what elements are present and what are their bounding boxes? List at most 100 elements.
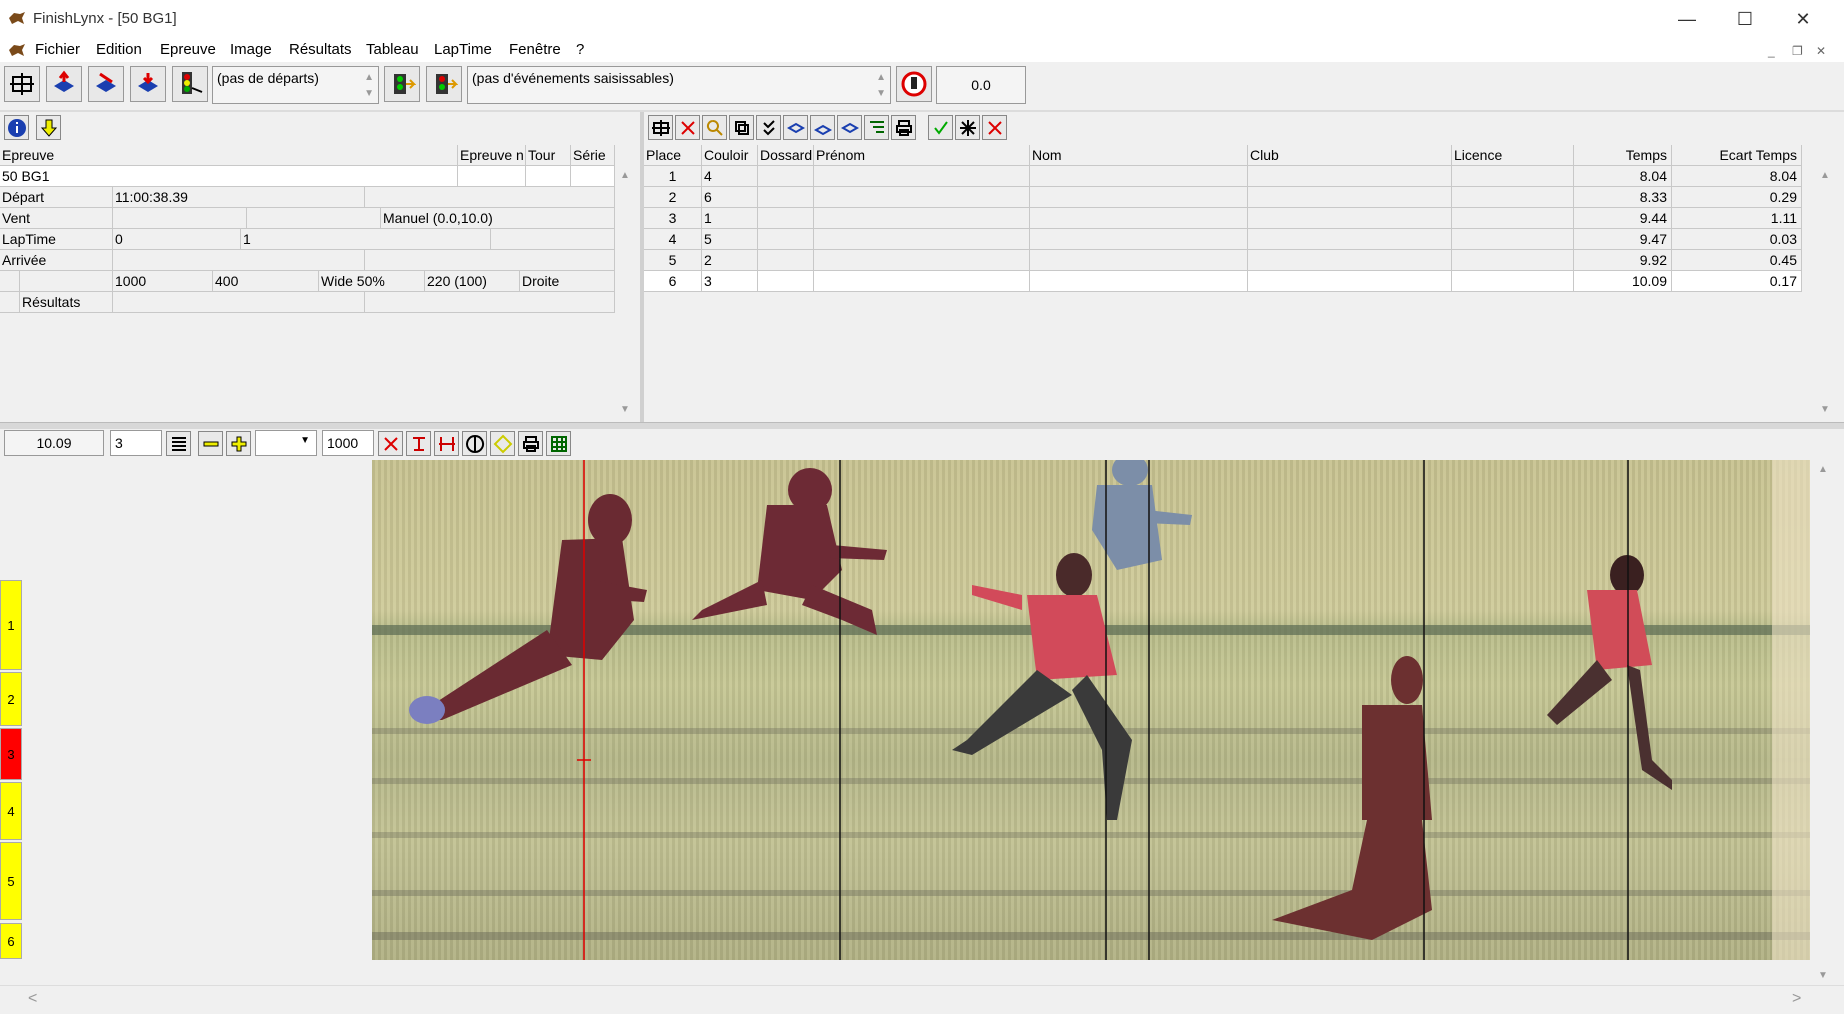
lane-label-2[interactable]: 2 <box>0 672 22 726</box>
save-event-button[interactable] <box>130 66 166 102</box>
delete-results-button[interactable] <box>982 115 1007 140</box>
result-gap-cell[interactable]: 0.03 <box>1672 229 1802 250</box>
menu-tableau[interactable]: Tableau <box>366 41 419 58</box>
manual-start-button[interactable] <box>426 66 462 102</box>
app-menu-icon[interactable] <box>8 42 26 58</box>
lane-label-6[interactable]: 6 <box>0 923 22 959</box>
wind-button[interactable] <box>896 66 932 102</box>
results-header-time[interactable]: Temps <box>1574 145 1672 166</box>
spin-down-icon[interactable]: ▼ <box>364 89 374 99</box>
result-gap-cell[interactable]: 0.45 <box>1672 250 1802 271</box>
photo-finish-image[interactable] <box>372 460 1810 960</box>
result-lastname-cell[interactable] <box>1030 166 1248 187</box>
result-club-cell[interactable] <box>1248 271 1452 292</box>
result-firstname-cell[interactable] <box>814 208 1030 229</box>
check-results-button[interactable] <box>756 115 781 140</box>
event-round-cell[interactable] <box>526 166 571 187</box>
zoom-value-field[interactable]: 1000 <box>322 430 374 456</box>
copy-results-button[interactable] <box>729 115 754 140</box>
export-results-button[interactable] <box>810 115 835 140</box>
menu-help[interactable]: ? <box>576 41 584 58</box>
result-license-cell[interactable] <box>1452 166 1574 187</box>
grid-view-button[interactable] <box>546 431 571 456</box>
result-time-cell[interactable]: 8.33 <box>1574 187 1672 208</box>
results-header-license[interactable]: Licence <box>1452 145 1574 166</box>
send-results-button[interactable] <box>837 115 862 140</box>
menu-fichier[interactable]: Fichier <box>35 41 80 58</box>
event-number-cell[interactable] <box>458 166 526 187</box>
lane-label-5[interactable]: 5 <box>0 842 22 920</box>
results-header-lastname[interactable]: Nom <box>1030 145 1248 166</box>
results-header-place[interactable]: Place <box>644 145 702 166</box>
sort-results-button[interactable] <box>864 115 889 140</box>
camera-setting-1[interactable]: 1000 <box>113 271 213 292</box>
result-lane-cell[interactable]: 3 <box>702 271 758 292</box>
armed-start-button[interactable] <box>384 66 420 102</box>
result-lastname-cell[interactable] <box>1030 271 1248 292</box>
time-field[interactable]: 10.09 <box>4 430 104 456</box>
clear-results-button[interactable] <box>675 115 700 140</box>
result-bib-cell[interactable] <box>758 166 814 187</box>
results-header-gap[interactable]: Ecart Temps <box>1672 145 1802 166</box>
scroll-down-icon[interactable]: ▼ <box>1818 970 1828 981</box>
events-combo[interactable]: (pas d'événements saisissables) ▲ ▼ <box>467 66 891 104</box>
scroll-up-icon[interactable]: ▲ <box>1820 170 1830 181</box>
result-license-cell[interactable] <box>1452 271 1574 292</box>
spread-results-button[interactable] <box>955 115 980 140</box>
info-button[interactable] <box>4 115 29 140</box>
scroll-down-icon[interactable]: ▼ <box>620 404 630 415</box>
result-place-cell[interactable]: 4 <box>644 229 702 250</box>
camera-setting-3[interactable]: Wide 50% <box>319 271 425 292</box>
result-lane-cell[interactable]: 1 <box>702 208 758 229</box>
brightness-button[interactable] <box>490 431 515 456</box>
result-time-cell[interactable]: 9.44 <box>1574 208 1672 229</box>
result-firstname-cell[interactable] <box>814 250 1030 271</box>
lane-label-1[interactable]: 1 <box>0 580 22 670</box>
result-gap-cell[interactable]: 8.04 <box>1672 166 1802 187</box>
camera-setting-4[interactable]: 220 (100) <box>425 271 520 292</box>
edit-event-button[interactable] <box>88 66 124 102</box>
wind-value-field[interactable]: 0.0 <box>936 66 1026 104</box>
zoom-in-button[interactable] <box>226 431 251 456</box>
result-lane-cell[interactable]: 4 <box>702 166 758 187</box>
result-license-cell[interactable] <box>1452 229 1574 250</box>
menu-epreuve[interactable]: Epreuve <box>160 41 216 58</box>
capture-button[interactable] <box>4 66 40 102</box>
result-time-cell[interactable]: 8.04 <box>1574 166 1672 187</box>
lane-label-4[interactable]: 4 <box>0 782 22 840</box>
event-heat-cell[interactable] <box>571 166 615 187</box>
camera-setting-5[interactable]: Droite <box>520 271 615 292</box>
mdi-restore-icon[interactable]: ❐ <box>1792 44 1803 58</box>
laptime-cell-1[interactable]: 0 <box>113 229 241 250</box>
result-lastname-cell[interactable] <box>1030 229 1248 250</box>
wind-mode-cell[interactable]: Manuel (0.0,10.0) <box>381 208 615 229</box>
result-bib-cell[interactable] <box>758 271 814 292</box>
scroll-up-icon[interactable]: ▲ <box>1818 464 1828 475</box>
result-club-cell[interactable] <box>1248 229 1452 250</box>
clear-marks-button[interactable] <box>378 431 403 456</box>
spin-up-icon[interactable]: ▲ <box>364 73 374 83</box>
result-bib-cell[interactable] <box>758 250 814 271</box>
result-firstname-cell[interactable] <box>814 229 1030 250</box>
import-results-button[interactable] <box>783 115 808 140</box>
menu-fenetre[interactable]: Fenêtre <box>509 41 561 58</box>
result-club-cell[interactable] <box>1248 250 1452 271</box>
mdi-minimize-icon[interactable]: _ <box>1768 44 1775 58</box>
scroll-left-icon[interactable]: < <box>28 990 37 1008</box>
result-place-cell[interactable]: 3 <box>644 208 702 229</box>
menu-laptime[interactable]: LapTime <box>434 41 492 58</box>
result-time-cell[interactable]: 9.92 <box>1574 250 1672 271</box>
contrast-button[interactable] <box>462 431 487 456</box>
close-button[interactable]: ✕ <box>1774 0 1832 38</box>
camera-setting-2[interactable]: 400 <box>213 271 319 292</box>
result-license-cell[interactable] <box>1452 187 1574 208</box>
result-place-cell[interactable]: 6 <box>644 271 702 292</box>
result-bib-cell[interactable] <box>758 229 814 250</box>
scroll-down-icon[interactable]: ▼ <box>1820 404 1830 415</box>
result-lastname-cell[interactable] <box>1030 187 1248 208</box>
starts-combo[interactable]: (pas de départs) ▲ ▼ <box>212 66 379 104</box>
spin-up-icon[interactable]: ▲ <box>876 73 886 83</box>
zoom-out-button[interactable] <box>198 431 223 456</box>
accept-results-button[interactable] <box>928 115 953 140</box>
mdi-close-icon[interactable]: ✕ <box>1816 44 1826 58</box>
